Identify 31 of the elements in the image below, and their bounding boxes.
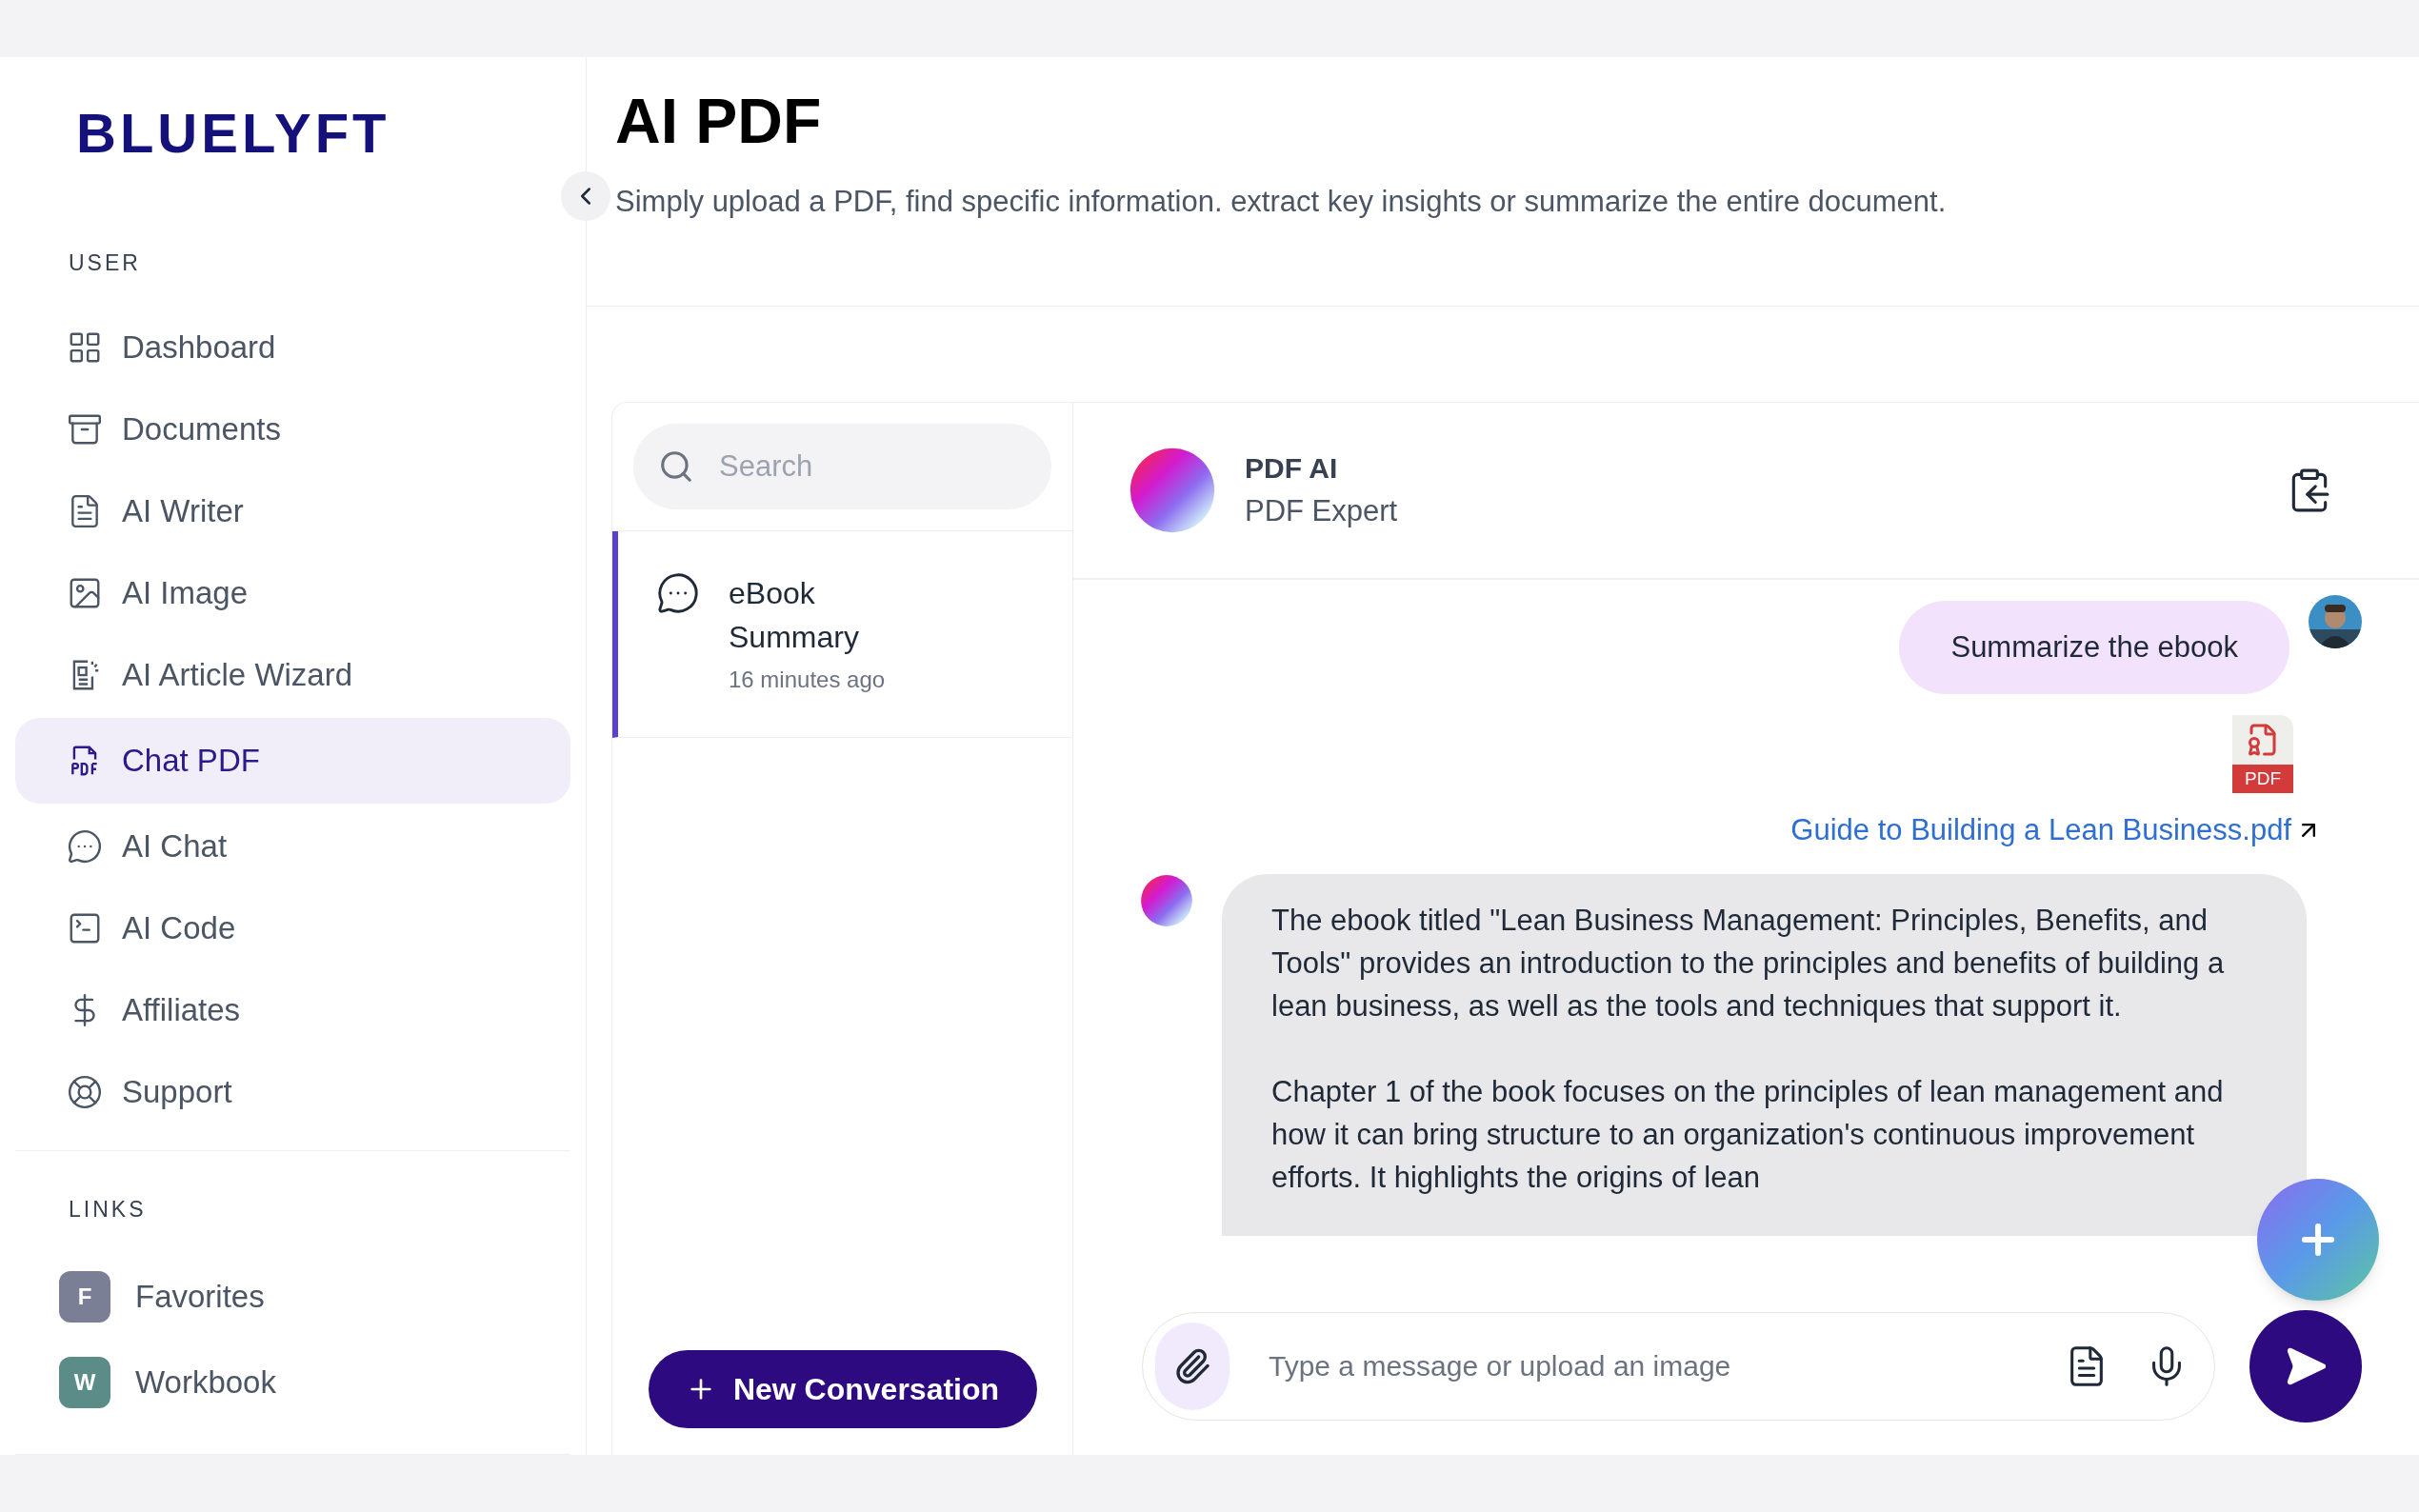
page-title: AI PDF — [615, 85, 823, 158]
assistant-name: PDF AI — [1245, 451, 1339, 487]
chat-icon — [67, 827, 103, 865]
search-icon — [658, 448, 694, 485]
chat-bubble-icon — [656, 571, 700, 615]
support-icon — [67, 1073, 103, 1110]
message-paragraph: Chapter 1 of the book focuses on the principles of lean management and how it can bring structure to an organization's continuous improvement efforts. It highlights the origins of lean — [1271, 1073, 2225, 1196]
user-message: Summarize the ebook — [1899, 601, 2289, 694]
conversation-title: eBook Summary — [729, 575, 860, 656]
new-conversation-button[interactable]: New Conversation — [648, 1350, 1037, 1428]
link-item[interactable]: W Workbook — [15, 1340, 570, 1425]
section-heading: LINKS — [68, 1195, 148, 1224]
paperclip-icon — [1173, 1347, 1211, 1385]
conversation-item[interactable]: eBook Summary 16 minutes ago — [612, 531, 1072, 738]
assistant-avatar — [1140, 873, 1193, 927]
link-item[interactable]: F Favorites — [15, 1254, 570, 1340]
message-input[interactable]: Type a message or upload an image — [1142, 1312, 2215, 1421]
assistant-role: PDF Expert — [1245, 493, 1399, 530]
search-field[interactable]: Search — [633, 424, 1051, 509]
letter-badge: W — [59, 1357, 110, 1408]
collapse-button[interactable] — [561, 171, 610, 221]
letter-badge: F — [59, 1271, 110, 1323]
file-badge: PDF — [2232, 765, 2293, 793]
attach-button[interactable] — [1155, 1323, 1229, 1410]
message-paragraph: The ebook titled "Lean Business Management: Principles, Benefits, and Tools" provides an introduction to the principles and benefits of building a lean business, as well as the tools and techniques that support it. — [1271, 902, 2226, 1025]
logo: BLUELYFT — [76, 105, 390, 161]
conversation-time: 16 minutes ago — [729, 666, 887, 694]
file-link[interactable]: Guide to Building a Lean Business.pdf — [1790, 808, 2322, 853]
nav-item[interactable]: Chat PDF — [15, 717, 570, 804]
page-subtitle: Simply upload a PDF, find specific information. extract key insights or summarize the entire document. — [615, 183, 1948, 220]
section-heading: USER — [68, 249, 142, 277]
